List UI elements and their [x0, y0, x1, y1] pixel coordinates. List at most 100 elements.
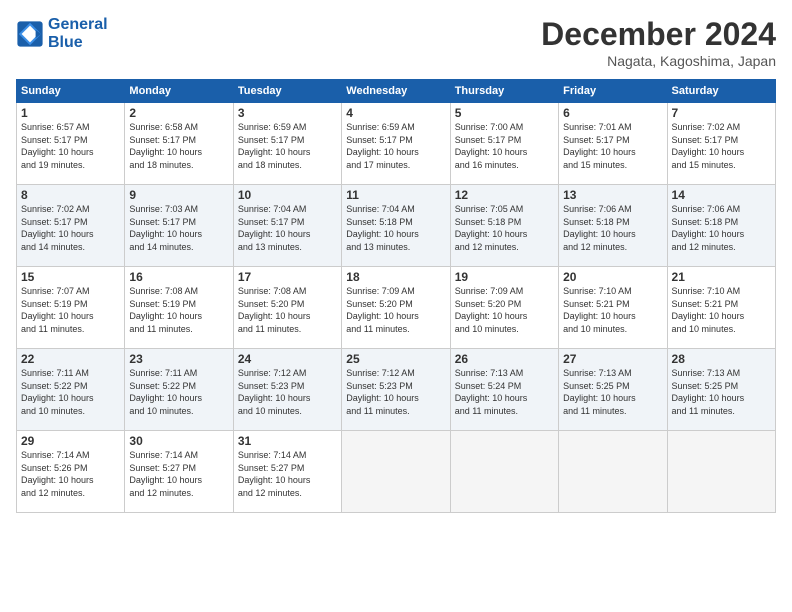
- day-cell-18: 18Sunrise: 7:09 AM Sunset: 5:20 PM Dayli…: [342, 267, 450, 349]
- day-cell-22: 22Sunrise: 7:11 AM Sunset: 5:22 PM Dayli…: [17, 349, 125, 431]
- day-cell-31: 31Sunrise: 7:14 AM Sunset: 5:27 PM Dayli…: [233, 431, 341, 513]
- day-info-1: Sunrise: 6:57 AM Sunset: 5:17 PM Dayligh…: [21, 121, 120, 171]
- empty-cell: [450, 431, 558, 513]
- day-info-13: Sunrise: 7:06 AM Sunset: 5:18 PM Dayligh…: [563, 203, 662, 253]
- day-cell-8: 8Sunrise: 7:02 AM Sunset: 5:17 PM Daylig…: [17, 185, 125, 267]
- day-number-27: 27: [563, 352, 662, 366]
- week-row-1: 1Sunrise: 6:57 AM Sunset: 5:17 PM Daylig…: [17, 103, 776, 185]
- day-cell-1: 1Sunrise: 6:57 AM Sunset: 5:17 PM Daylig…: [17, 103, 125, 185]
- day-info-20: Sunrise: 7:10 AM Sunset: 5:21 PM Dayligh…: [563, 285, 662, 335]
- day-cell-20: 20Sunrise: 7:10 AM Sunset: 5:21 PM Dayli…: [559, 267, 667, 349]
- month-title: December 2024: [541, 16, 776, 53]
- weekday-header-friday: Friday: [559, 80, 667, 103]
- header: General Blue December 2024 Nagata, Kagos…: [16, 16, 776, 69]
- day-info-28: Sunrise: 7:13 AM Sunset: 5:25 PM Dayligh…: [672, 367, 771, 417]
- day-number-10: 10: [238, 188, 337, 202]
- weekday-header-wednesday: Wednesday: [342, 80, 450, 103]
- day-cell-9: 9Sunrise: 7:03 AM Sunset: 5:17 PM Daylig…: [125, 185, 233, 267]
- day-info-6: Sunrise: 7:01 AM Sunset: 5:17 PM Dayligh…: [563, 121, 662, 171]
- day-number-25: 25: [346, 352, 445, 366]
- day-cell-29: 29Sunrise: 7:14 AM Sunset: 5:26 PM Dayli…: [17, 431, 125, 513]
- day-info-16: Sunrise: 7:08 AM Sunset: 5:19 PM Dayligh…: [129, 285, 228, 335]
- day-info-18: Sunrise: 7:09 AM Sunset: 5:20 PM Dayligh…: [346, 285, 445, 335]
- day-number-24: 24: [238, 352, 337, 366]
- day-number-30: 30: [129, 434, 228, 448]
- day-cell-19: 19Sunrise: 7:09 AM Sunset: 5:20 PM Dayli…: [450, 267, 558, 349]
- weekday-header-saturday: Saturday: [667, 80, 775, 103]
- day-info-22: Sunrise: 7:11 AM Sunset: 5:22 PM Dayligh…: [21, 367, 120, 417]
- day-number-28: 28: [672, 352, 771, 366]
- day-cell-23: 23Sunrise: 7:11 AM Sunset: 5:22 PM Dayli…: [125, 349, 233, 431]
- day-info-5: Sunrise: 7:00 AM Sunset: 5:17 PM Dayligh…: [455, 121, 554, 171]
- calendar-container: General Blue December 2024 Nagata, Kagos…: [0, 0, 792, 612]
- day-cell-12: 12Sunrise: 7:05 AM Sunset: 5:18 PM Dayli…: [450, 185, 558, 267]
- day-number-7: 7: [672, 106, 771, 120]
- title-block: December 2024 Nagata, Kagoshima, Japan: [541, 16, 776, 69]
- day-info-23: Sunrise: 7:11 AM Sunset: 5:22 PM Dayligh…: [129, 367, 228, 417]
- day-number-14: 14: [672, 188, 771, 202]
- day-number-12: 12: [455, 188, 554, 202]
- day-cell-26: 26Sunrise: 7:13 AM Sunset: 5:24 PM Dayli…: [450, 349, 558, 431]
- day-number-26: 26: [455, 352, 554, 366]
- weekday-header-monday: Monday: [125, 80, 233, 103]
- day-info-7: Sunrise: 7:02 AM Sunset: 5:17 PM Dayligh…: [672, 121, 771, 171]
- day-number-4: 4: [346, 106, 445, 120]
- day-info-24: Sunrise: 7:12 AM Sunset: 5:23 PM Dayligh…: [238, 367, 337, 417]
- day-cell-27: 27Sunrise: 7:13 AM Sunset: 5:25 PM Dayli…: [559, 349, 667, 431]
- day-number-13: 13: [563, 188, 662, 202]
- day-info-31: Sunrise: 7:14 AM Sunset: 5:27 PM Dayligh…: [238, 449, 337, 499]
- day-cell-17: 17Sunrise: 7:08 AM Sunset: 5:20 PM Dayli…: [233, 267, 341, 349]
- day-info-2: Sunrise: 6:58 AM Sunset: 5:17 PM Dayligh…: [129, 121, 228, 171]
- day-cell-5: 5Sunrise: 7:00 AM Sunset: 5:17 PM Daylig…: [450, 103, 558, 185]
- day-cell-16: 16Sunrise: 7:08 AM Sunset: 5:19 PM Dayli…: [125, 267, 233, 349]
- day-cell-4: 4Sunrise: 6:59 AM Sunset: 5:17 PM Daylig…: [342, 103, 450, 185]
- day-cell-3: 3Sunrise: 6:59 AM Sunset: 5:17 PM Daylig…: [233, 103, 341, 185]
- day-number-8: 8: [21, 188, 120, 202]
- day-info-10: Sunrise: 7:04 AM Sunset: 5:17 PM Dayligh…: [238, 203, 337, 253]
- day-info-15: Sunrise: 7:07 AM Sunset: 5:19 PM Dayligh…: [21, 285, 120, 335]
- weekday-header-row: SundayMondayTuesdayWednesdayThursdayFrid…: [17, 80, 776, 103]
- day-number-23: 23: [129, 352, 228, 366]
- day-cell-11: 11Sunrise: 7:04 AM Sunset: 5:18 PM Dayli…: [342, 185, 450, 267]
- weekday-header-sunday: Sunday: [17, 80, 125, 103]
- day-info-12: Sunrise: 7:05 AM Sunset: 5:18 PM Dayligh…: [455, 203, 554, 253]
- day-number-21: 21: [672, 270, 771, 284]
- day-info-21: Sunrise: 7:10 AM Sunset: 5:21 PM Dayligh…: [672, 285, 771, 335]
- day-number-2: 2: [129, 106, 228, 120]
- day-cell-6: 6Sunrise: 7:01 AM Sunset: 5:17 PM Daylig…: [559, 103, 667, 185]
- week-row-3: 15Sunrise: 7:07 AM Sunset: 5:19 PM Dayli…: [17, 267, 776, 349]
- empty-cell: [559, 431, 667, 513]
- day-info-25: Sunrise: 7:12 AM Sunset: 5:23 PM Dayligh…: [346, 367, 445, 417]
- day-cell-14: 14Sunrise: 7:06 AM Sunset: 5:18 PM Dayli…: [667, 185, 775, 267]
- location-title: Nagata, Kagoshima, Japan: [541, 53, 776, 69]
- day-number-19: 19: [455, 270, 554, 284]
- week-row-5: 29Sunrise: 7:14 AM Sunset: 5:26 PM Dayli…: [17, 431, 776, 513]
- day-cell-15: 15Sunrise: 7:07 AM Sunset: 5:19 PM Dayli…: [17, 267, 125, 349]
- logo: General Blue: [16, 16, 108, 51]
- empty-cell: [342, 431, 450, 513]
- day-number-3: 3: [238, 106, 337, 120]
- day-cell-28: 28Sunrise: 7:13 AM Sunset: 5:25 PM Dayli…: [667, 349, 775, 431]
- week-row-2: 8Sunrise: 7:02 AM Sunset: 5:17 PM Daylig…: [17, 185, 776, 267]
- day-number-11: 11: [346, 188, 445, 202]
- empty-cell: [667, 431, 775, 513]
- day-info-11: Sunrise: 7:04 AM Sunset: 5:18 PM Dayligh…: [346, 203, 445, 253]
- day-number-15: 15: [21, 270, 120, 284]
- day-cell-2: 2Sunrise: 6:58 AM Sunset: 5:17 PM Daylig…: [125, 103, 233, 185]
- day-number-18: 18: [346, 270, 445, 284]
- day-info-27: Sunrise: 7:13 AM Sunset: 5:25 PM Dayligh…: [563, 367, 662, 417]
- day-number-22: 22: [21, 352, 120, 366]
- day-info-9: Sunrise: 7:03 AM Sunset: 5:17 PM Dayligh…: [129, 203, 228, 253]
- day-number-31: 31: [238, 434, 337, 448]
- weekday-header-tuesday: Tuesday: [233, 80, 341, 103]
- weekday-header-thursday: Thursday: [450, 80, 558, 103]
- day-number-9: 9: [129, 188, 228, 202]
- day-cell-30: 30Sunrise: 7:14 AM Sunset: 5:27 PM Dayli…: [125, 431, 233, 513]
- day-cell-21: 21Sunrise: 7:10 AM Sunset: 5:21 PM Dayli…: [667, 267, 775, 349]
- day-number-20: 20: [563, 270, 662, 284]
- calendar-table: SundayMondayTuesdayWednesdayThursdayFrid…: [16, 79, 776, 513]
- day-cell-7: 7Sunrise: 7:02 AM Sunset: 5:17 PM Daylig…: [667, 103, 775, 185]
- day-info-30: Sunrise: 7:14 AM Sunset: 5:27 PM Dayligh…: [129, 449, 228, 499]
- logo-text: General Blue: [48, 16, 108, 51]
- day-info-17: Sunrise: 7:08 AM Sunset: 5:20 PM Dayligh…: [238, 285, 337, 335]
